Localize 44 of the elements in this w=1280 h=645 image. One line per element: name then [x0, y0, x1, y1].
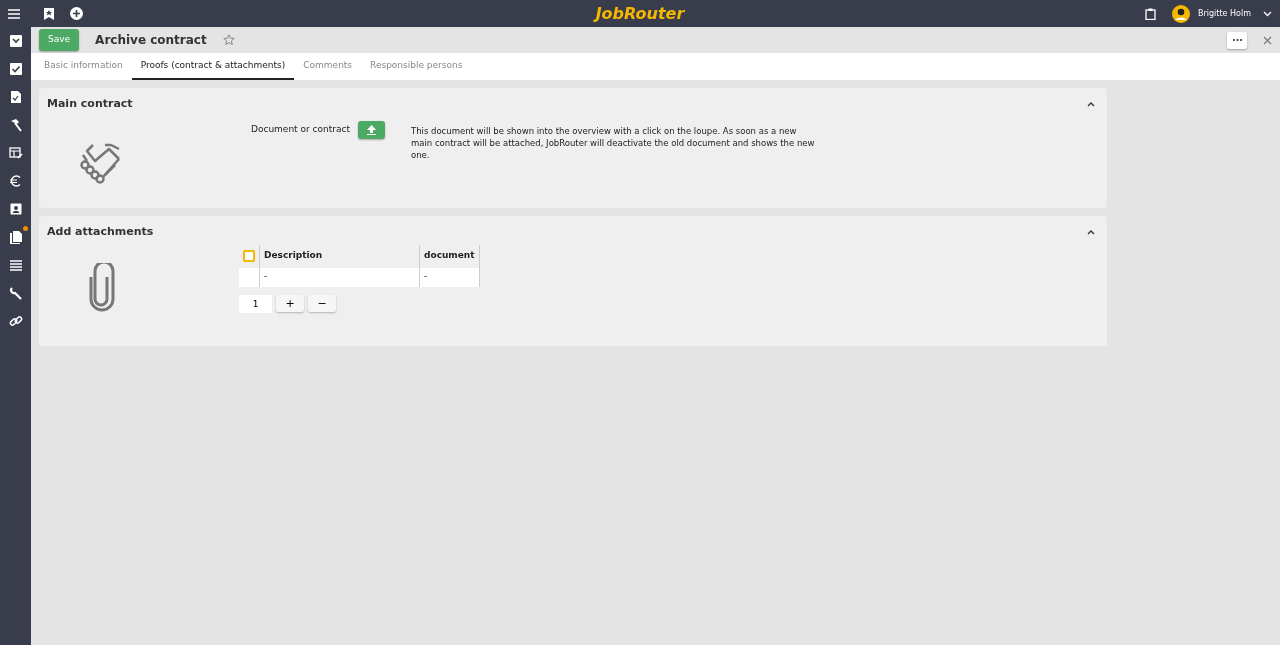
more-button[interactable] — [1227, 31, 1247, 49]
app-logo: JobRouter — [595, 2, 685, 25]
link-icon[interactable] — [8, 314, 23, 328]
page-title: Archive contract — [95, 32, 207, 49]
row-select-cell[interactable] — [239, 267, 260, 287]
hint-text: This document will be shown into the overview with a click on the loupe. As soon as a new main contract will be attached, JobRouter will deactivate the old document and shows the new one. — [410, 124, 816, 163]
field-label: Document or contract — [251, 122, 350, 136]
table-cell: - — [259, 267, 420, 287]
table-cell: - — [419, 267, 480, 287]
add-row-button[interactable]: + — [276, 294, 304, 312]
avatar-icon[interactable] — [1172, 4, 1191, 23]
add-icon[interactable] — [70, 7, 83, 20]
menu-icon[interactable] — [8, 8, 20, 19]
tab[interactable]: Proofs (contract & attachments) — [131, 53, 295, 80]
row-count-field[interactable]: 1 — [239, 294, 272, 313]
contact-icon[interactable] — [8, 202, 23, 216]
column-header: document — [419, 244, 480, 268]
select-all-checkbox[interactable] — [243, 250, 255, 262]
upload-icon — [366, 124, 376, 135]
list-icon[interactable] — [8, 258, 23, 272]
chevron-icon[interactable] — [1087, 229, 1095, 236]
bookmark-icon[interactable] — [44, 7, 54, 20]
remove-row-button[interactable]: − — [308, 294, 336, 312]
checkbox-icon[interactable] — [8, 62, 23, 76]
tab[interactable]: Responsible persons — [361, 53, 472, 80]
close-icon[interactable] — [1263, 35, 1272, 45]
paperclip-icon — [87, 262, 117, 313]
tab[interactable]: Basic information — [35, 53, 132, 80]
section-title: Main contract — [47, 96, 133, 112]
clipboard-icon[interactable] — [1145, 7, 1157, 20]
euro-icon[interactable] — [8, 174, 23, 188]
inbox-icon[interactable] — [8, 34, 23, 48]
user-name[interactable]: Brigitte Holm — [1198, 7, 1251, 20]
wrench-icon[interactable] — [8, 286, 23, 300]
section-title: Add attachments — [47, 224, 154, 240]
tab[interactable]: Comments — [294, 53, 362, 80]
chevron-icon[interactable] — [1087, 101, 1095, 108]
form-icon[interactable] — [8, 146, 23, 160]
copies-icon[interactable] — [8, 230, 23, 244]
star-icon[interactable] — [222, 34, 235, 46]
document-icon[interactable] — [8, 90, 23, 104]
chevron-down-icon[interactable] — [1263, 10, 1272, 17]
upload-button[interactable] — [357, 120, 385, 139]
column-header: Description — [259, 244, 420, 268]
